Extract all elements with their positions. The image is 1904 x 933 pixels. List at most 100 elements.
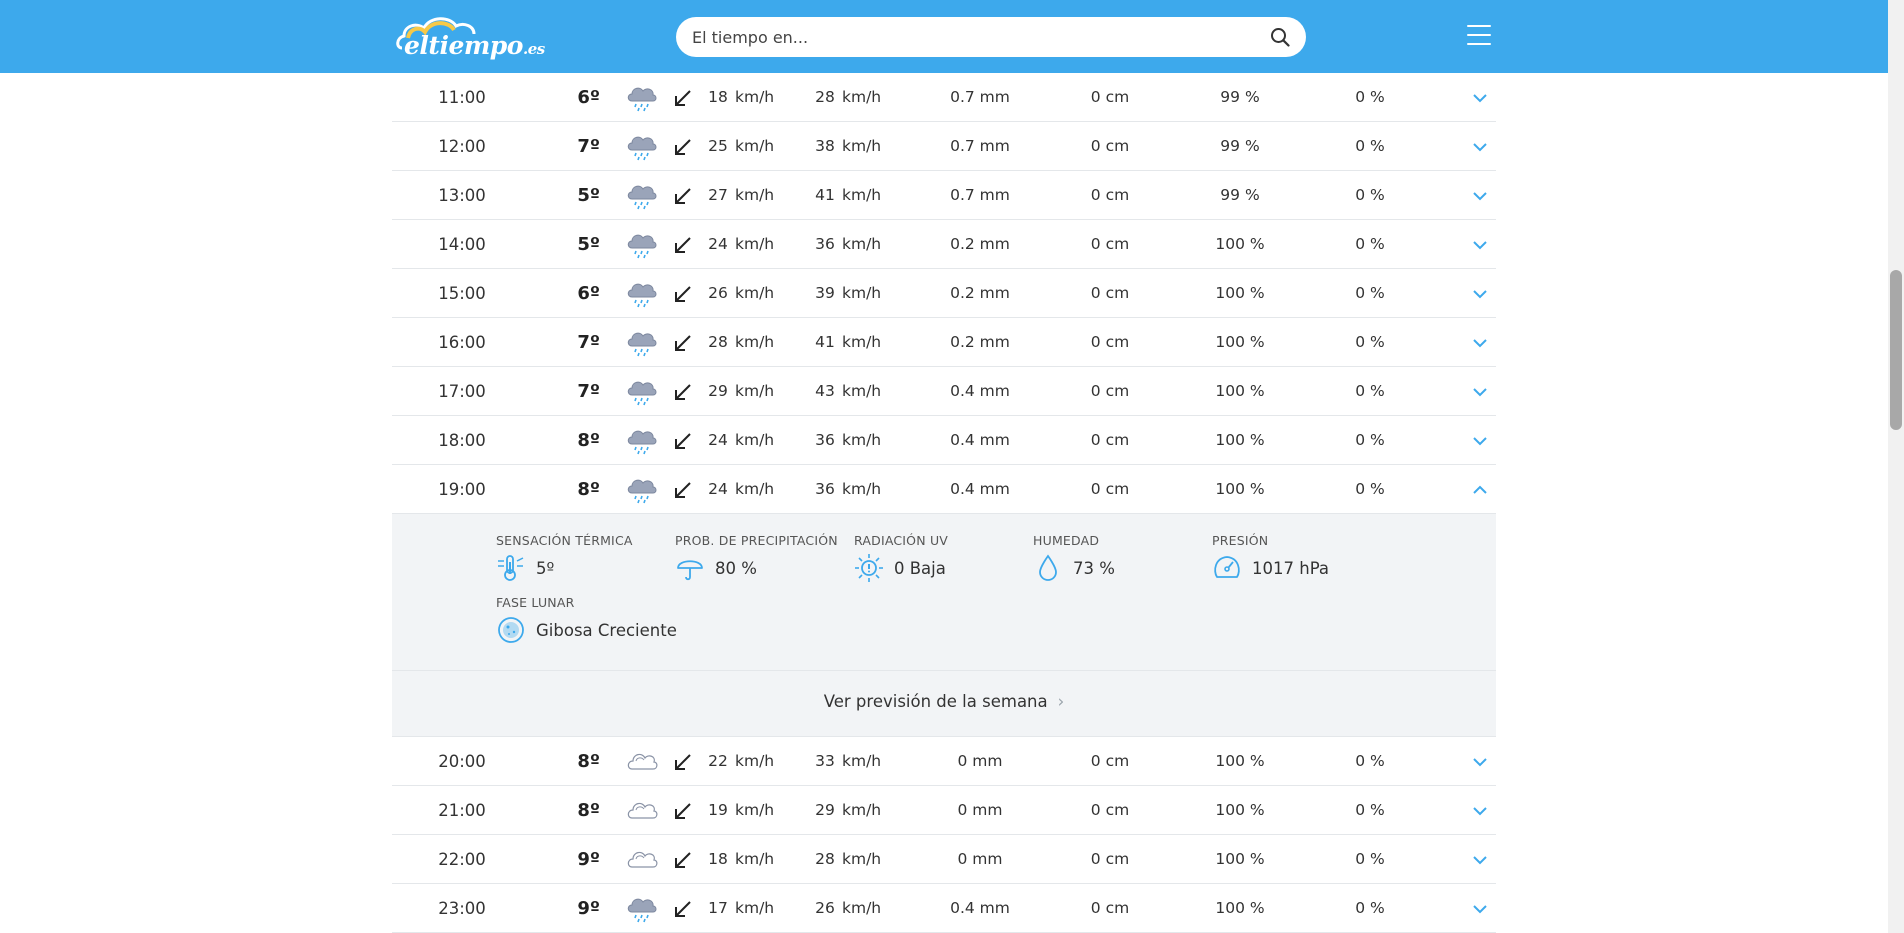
site-logo[interactable]: eltiempo.es <box>394 14 545 60</box>
precipitation-value: 0.2 mm <box>950 284 1010 302</box>
precip-prob-label: PROB. DE PRECIPITACIÓN <box>675 533 838 548</box>
hour-row[interactable]: 21:00 8º 19 km/h 29 km/h 0 mm 0 cm 100 % 0 % <box>392 786 1496 835</box>
chevron-down-icon[interactable] <box>1470 138 1490 156</box>
chevron-down-icon[interactable] <box>1470 334 1490 352</box>
wind-direction-icon <box>675 803 691 819</box>
scrollbar-thumb[interactable] <box>1890 270 1902 430</box>
wind-speed-unit: km/h <box>735 899 775 917</box>
hour-row[interactable]: 19:00 8º 24 km/h 36 km/h 0.4 mm 0 cm 100 % 0 % <box>392 465 1496 514</box>
temperature-value: 5º <box>577 185 600 206</box>
wind-gust: 39 km/h <box>812 269 912 318</box>
chevron-down-icon[interactable] <box>1470 187 1490 205</box>
logo-text: eltiempo.es <box>404 31 545 60</box>
chevron-down-icon[interactable] <box>1470 900 1490 918</box>
precipitation-value: 0.7 mm <box>950 186 1010 204</box>
chevron-down-icon[interactable] <box>1470 432 1490 450</box>
snow-value: 0 cm <box>1090 431 1130 449</box>
hour-row[interactable]: 14:00 5º 24 km/h 36 km/h 0.2 mm 0 cm 100 % 0 % <box>392 220 1496 269</box>
hour-row[interactable]: 22:00 9º 18 km/h 28 km/h 0 mm 0 cm 100 % 0 % <box>392 835 1496 884</box>
snow-value: 0 cm <box>1090 801 1130 819</box>
chevron-down-icon[interactable] <box>1470 285 1490 303</box>
wind-gust-value: 41 <box>815 333 835 351</box>
row-toggle[interactable] <box>1470 481 1494 499</box>
row-toggle[interactable] <box>1470 432 1494 450</box>
row-toggle[interactable] <box>1470 89 1494 107</box>
uv-sun-icon <box>855 554 883 582</box>
hour-row[interactable]: 12:00 7º 25 km/h 38 km/h 0.7 mm 0 cm 99 % 0 % <box>392 122 1496 171</box>
wind-direction-icon <box>675 188 691 204</box>
row-toggle[interactable] <box>1470 236 1494 254</box>
wind-arrow <box>672 898 696 920</box>
hour-row[interactable]: 20:00 8º 22 km/h 33 km/h 0 mm 0 cm 100 % 0 % <box>392 737 1496 786</box>
chevron-down-icon[interactable] <box>1470 851 1490 869</box>
chevron-up-icon[interactable] <box>1470 481 1490 499</box>
logo-suffix: .es <box>522 40 545 58</box>
row-toggle[interactable] <box>1470 851 1494 869</box>
wind-gust-value: 36 <box>815 431 835 449</box>
storm-prob-value: 0 % <box>1355 333 1385 351</box>
wind-gust-value: 29 <box>815 801 835 819</box>
cloud-cover-value: 100 % <box>1215 235 1265 253</box>
rain-cloud-icon <box>627 234 657 259</box>
wind-speed: 26 km/h <box>705 269 805 318</box>
wind-gust: 28 km/h <box>812 73 912 122</box>
wind-gust-unit: km/h <box>842 431 882 449</box>
hour-row[interactable]: 13:00 5º 27 km/h 41 km/h 0.7 mm 0 cm 99 % 0 % <box>392 171 1496 220</box>
hour-row[interactable]: 23:00 9º 17 km/h 26 km/h 0.4 mm 0 cm 100 % 0 % <box>392 884 1496 933</box>
wind-arrow <box>672 87 696 109</box>
wind-gust: 29 km/h <box>812 786 912 835</box>
wind-speed: 28 km/h <box>705 318 805 367</box>
chevron-down-icon[interactable] <box>1470 383 1490 401</box>
storm-prob-value: 0 % <box>1355 752 1385 770</box>
rain-cloud-icon <box>627 283 657 308</box>
wind-gust-value: 28 <box>815 850 835 868</box>
temperature-value: 5º <box>577 234 600 255</box>
row-toggle[interactable] <box>1470 138 1494 156</box>
chevron-down-icon[interactable] <box>1470 753 1490 771</box>
row-toggle[interactable] <box>1470 285 1494 303</box>
wind-speed-value: 24 <box>708 480 728 498</box>
row-toggle[interactable] <box>1470 334 1494 352</box>
temperature-value: 8º <box>577 479 600 500</box>
hamburger-menu-icon[interactable] <box>1467 25 1491 47</box>
hour-row[interactable]: 15:00 6º 26 km/h 39 km/h 0.2 mm 0 cm 100 % 0 % <box>392 269 1496 318</box>
hour-row[interactable]: 17:00 7º 29 km/h 43 km/h 0.4 mm 0 cm 100 % 0 % <box>392 367 1496 416</box>
wind-speed-unit: km/h <box>735 88 775 106</box>
row-toggle[interactable] <box>1470 187 1494 205</box>
hour-row[interactable]: 16:00 7º 28 km/h 41 km/h 0.2 mm 0 cm 100 % 0 % <box>392 318 1496 367</box>
cloud-cover-value: 99 % <box>1220 186 1260 204</box>
precipitation-value: 0.2 mm <box>950 333 1010 351</box>
wind-speed: 18 km/h <box>705 73 805 122</box>
cloud-icon <box>627 851 658 868</box>
row-toggle[interactable] <box>1470 383 1494 401</box>
wind-gust: 26 km/h <box>812 884 912 933</box>
page-scrollbar[interactable] <box>1888 0 1904 933</box>
wind-speed: 18 km/h <box>705 835 805 884</box>
site-header: eltiempo.es <box>0 0 1888 73</box>
menu-line <box>1467 34 1491 36</box>
row-toggle[interactable] <box>1470 753 1494 771</box>
chevron-down-icon[interactable] <box>1470 236 1490 254</box>
chevron-down-icon[interactable] <box>1470 802 1490 820</box>
hour-row[interactable]: 18:00 8º 24 km/h 36 km/h 0.4 mm 0 cm 100 % 0 % <box>392 416 1496 465</box>
row-toggle[interactable] <box>1470 802 1494 820</box>
cloud-cover-value: 100 % <box>1215 431 1265 449</box>
search-icon[interactable] <box>1270 27 1290 47</box>
row-toggle[interactable] <box>1470 900 1494 918</box>
wind-speed: 17 km/h <box>705 884 805 933</box>
cloud-cover-value: 100 % <box>1215 382 1265 400</box>
hour-label: 16:00 <box>438 333 486 352</box>
wind-direction-icon <box>675 433 691 449</box>
rain-cloud-icon <box>627 185 657 210</box>
chevron-down-icon[interactable] <box>1470 89 1490 107</box>
wind-speed: 24 km/h <box>705 220 805 269</box>
wind-speed-unit: km/h <box>735 850 775 868</box>
wind-speed: 25 km/h <box>705 122 805 171</box>
precipitation-value: 0.4 mm <box>950 382 1010 400</box>
hour-label: 19:00 <box>438 480 486 499</box>
search-input[interactable] <box>692 17 1252 57</box>
snow-value: 0 cm <box>1090 333 1130 351</box>
hour-row[interactable]: 11:00 6º 18 km/h 28 km/h 0.7 mm 0 cm 99 % 0 % <box>392 73 1496 122</box>
week-forecast-link[interactable]: Ver previsión de la semana › <box>824 692 1064 711</box>
hour-label: 20:00 <box>438 752 486 771</box>
